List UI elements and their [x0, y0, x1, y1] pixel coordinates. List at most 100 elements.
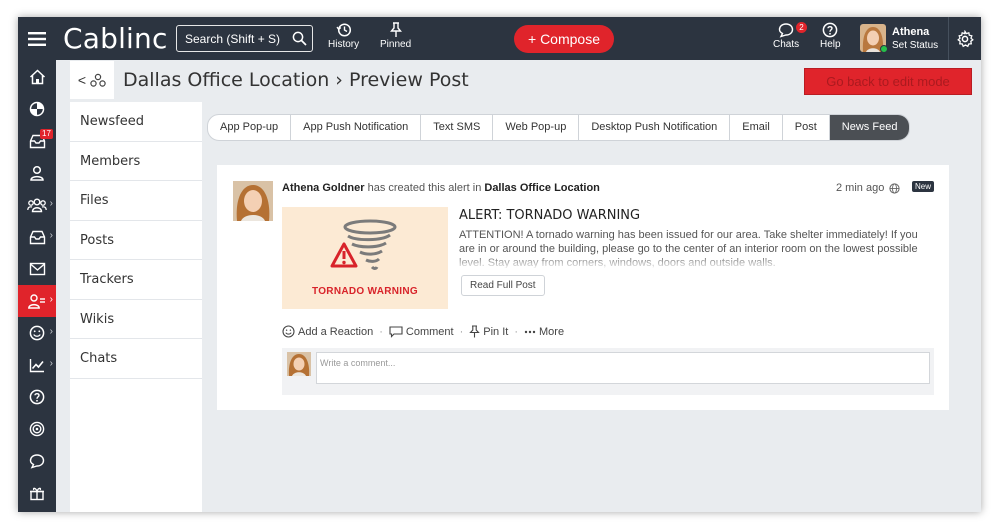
groups-icon[interactable]: ›	[18, 189, 56, 221]
go-back-to-edit-button[interactable]: Go back to edit mode	[804, 68, 972, 95]
post-card: Athena Goldner has created this alert in…	[217, 165, 949, 410]
chats-label: Chats	[773, 39, 800, 50]
comment-icon[interactable]	[18, 445, 56, 477]
search-placeholder: Search (Shift + S)	[185, 32, 281, 46]
page-title: Dallas Office Location › Preview Post	[123, 69, 469, 91]
tornado-warning-image: TORNADO WARNING	[282, 207, 448, 309]
new-badge: New	[912, 181, 935, 192]
subnav-item-newsfeed[interactable]: Newsfeed	[70, 102, 202, 142]
pin-it-button[interactable]: Pin It	[469, 325, 508, 338]
tab-app-popup[interactable]: App Pop-up	[208, 115, 292, 140]
comment-label: Comment	[405, 325, 454, 338]
icon-rail: 17 › › › › ›	[18, 60, 56, 512]
tab-desktop-push-notification[interactable]: Desktop Push Notification	[579, 115, 731, 140]
sub-navigation: Newsfeed Members Files Posts Trackers Wi…	[70, 102, 202, 512]
subnav-item-chats[interactable]: Chats	[70, 339, 202, 379]
comment-button[interactable]: Comment	[389, 326, 454, 338]
tab-text-sms[interactable]: Text SMS	[421, 115, 494, 140]
pinned-button[interactable]: Pinned	[380, 22, 411, 50]
online-status-dot	[880, 45, 888, 53]
menu-icon[interactable]	[18, 17, 56, 60]
pin-icon	[469, 325, 481, 338]
pin-it-label: Pin It	[483, 325, 509, 338]
history-label: History	[328, 39, 360, 50]
inbox-badge: 17	[40, 129, 53, 139]
chevron-right-icon: ›	[49, 358, 53, 369]
post-header: Athena Goldner has created this alert in…	[282, 182, 600, 194]
compose-button[interactable]: + Compose	[514, 25, 614, 53]
chevron-right-icon: ›	[49, 294, 53, 305]
top-bar: Cablinc Search (Shift + S) History Pinne…	[18, 17, 981, 60]
subnav-item-wikis[interactable]: Wikis	[70, 300, 202, 339]
help-button[interactable]: Help	[820, 22, 841, 50]
subnav-item-posts[interactable]: Posts	[70, 220, 202, 260]
pin-icon	[389, 22, 402, 37]
separator: ·	[514, 325, 518, 338]
help-label: Help	[820, 39, 841, 50]
author-name[interactable]: Athena Goldner	[282, 182, 365, 194]
mail-icon[interactable]	[18, 253, 56, 285]
post-timestamp: 2 min ago	[836, 182, 900, 194]
comment-icon	[389, 325, 403, 338]
time-text: 2 min ago	[836, 182, 885, 194]
search-input[interactable]: Search (Shift + S)	[176, 25, 313, 52]
help-icon	[822, 22, 838, 38]
author-avatar[interactable]	[233, 181, 273, 221]
post-actions: Add a Reaction · Comment · Pin It · More	[282, 325, 564, 338]
networks-icon[interactable]: ›	[18, 285, 56, 317]
network-icon	[90, 73, 106, 87]
tab-news-feed[interactable]: News Feed	[829, 115, 910, 140]
search-icon	[292, 31, 307, 46]
pinned-label: Pinned	[380, 39, 412, 50]
chevron-right-icon: ›	[49, 326, 53, 337]
more-icon	[524, 330, 536, 333]
analytics-icon[interactable]: ›	[18, 349, 56, 381]
subnav-item-members[interactable]: Members	[70, 142, 202, 181]
more-button[interactable]: More	[524, 326, 564, 338]
commenter-avatar	[287, 352, 311, 376]
set-status-link[interactable]: Set Status	[892, 40, 938, 51]
smiley-icon	[282, 325, 295, 338]
tab-post[interactable]: Post	[783, 115, 830, 140]
tab-app-push-notification[interactable]: App Push Notification	[291, 115, 422, 140]
tab-email[interactable]: Email	[730, 115, 783, 140]
channel-tabs: App Pop-up App Push Notification Text SM…	[207, 114, 911, 141]
post-location[interactable]: Dallas Office Location	[484, 182, 600, 194]
user-name[interactable]: Athena	[892, 26, 929, 38]
more-label: More	[539, 325, 565, 338]
comment-input[interactable]: Write a comment...	[316, 352, 930, 384]
chevron-right-icon: ›	[49, 230, 53, 241]
text-fade	[459, 254, 929, 270]
tornado-icon	[330, 219, 397, 270]
image-caption: TORNADO WARNING	[312, 286, 418, 297]
globe-icon	[889, 182, 900, 194]
history-button[interactable]: History	[328, 22, 359, 50]
app-window: Cablinc Search (Shift + S) History Pinne…	[18, 17, 981, 512]
gear-icon[interactable]	[948, 17, 981, 60]
target-icon[interactable]	[18, 413, 56, 445]
post-title: ALERT: TORNADO WARNING	[459, 208, 641, 223]
comment-placeholder: Write a comment...	[320, 358, 396, 368]
tab-web-popup[interactable]: Web Pop-up	[493, 115, 580, 140]
back-button[interactable]: <	[70, 61, 114, 99]
subnav-item-trackers[interactable]: Trackers	[70, 260, 202, 300]
chats-badge: 2	[796, 22, 807, 33]
comment-section: Write a comment...	[282, 348, 934, 395]
gift-icon[interactable]	[18, 477, 56, 509]
separator: ·	[459, 325, 464, 338]
user-icon[interactable]	[18, 157, 56, 189]
smiley-icon[interactable]: ›	[18, 317, 56, 349]
home-icon[interactable]	[18, 61, 56, 93]
outbox-icon[interactable]: ›	[18, 221, 56, 253]
help-circle-icon[interactable]	[18, 381, 56, 413]
add-reaction-button[interactable]: Add a Reaction	[282, 325, 373, 338]
add-reaction-label: Add a Reaction	[298, 325, 374, 338]
read-full-post-button[interactable]: Read Full Post	[461, 275, 545, 296]
chevron-right-icon: ›	[49, 198, 53, 209]
inbox-icon[interactable]: 17	[18, 125, 56, 157]
app-logo[interactable]: Cablinc	[63, 22, 168, 55]
separator: ·	[379, 325, 383, 338]
subnav-item-files[interactable]: Files	[70, 181, 202, 221]
explore-icon[interactable]	[18, 93, 56, 125]
chat-icon	[778, 23, 794, 38]
